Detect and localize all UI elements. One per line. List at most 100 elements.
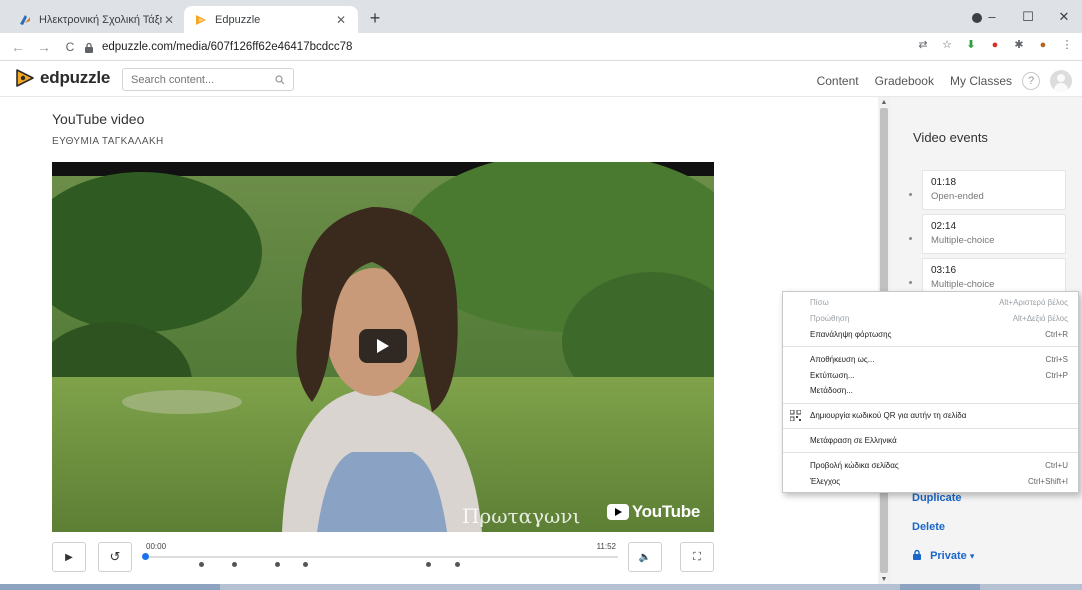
edpuzzle-logo[interactable]: edpuzzle	[14, 67, 110, 89]
menu-divider	[783, 346, 1078, 348]
ctx-label: Επανάληψη φόρτωσης	[810, 329, 892, 339]
nav-content[interactable]: Content	[817, 74, 859, 88]
ctx-label: Προώθηση	[810, 314, 850, 324]
rewind-button[interactable]: ↺	[98, 542, 132, 572]
fullscreen-button[interactable]: ⛶	[680, 542, 714, 572]
ctx-shortcut: Ctrl+P	[1045, 370, 1068, 380]
ctx-translate[interactable]: Μετάφραση σε Ελληνικά	[783, 433, 1078, 449]
ctx-inspect[interactable]: Έλεγχος Ctrl+Shift+I	[783, 473, 1078, 489]
play-icon	[377, 339, 389, 353]
question-marker[interactable]	[426, 562, 432, 567]
event-card[interactable]: 01:18 Open-ended	[922, 170, 1066, 210]
puzzle-icon[interactable]: ✱	[1012, 38, 1026, 52]
question-marker[interactable]	[198, 562, 204, 567]
tab-close-icon[interactable]: ✕	[162, 13, 176, 27]
minimize-button[interactable]: –	[974, 9, 1010, 24]
url-text: edpuzzle.com/media/607f126ff62e46417bcdc…	[102, 41, 353, 53]
forward-button[interactable]: →	[34, 39, 54, 55]
back-button[interactable]: ←	[8, 39, 28, 55]
search-box[interactable]	[122, 68, 294, 91]
extension-icons: ⇄ ☆ ⬇ ● ✱ ● ⋮	[916, 38, 1074, 52]
video-player[interactable]: Πρωταγωνι YouTube	[52, 162, 714, 532]
current-time: 00:00	[146, 542, 167, 551]
tab-title: Edpuzzle	[215, 13, 261, 26]
question-marker[interactable]	[232, 562, 238, 567]
event-time: 03:16	[931, 265, 957, 276]
edpuzzle-logo-icon	[16, 69, 34, 87]
qr-code-icon	[790, 409, 801, 421]
fullscreen-icon: ⛶	[693, 550, 701, 563]
ctx-reload[interactable]: Επανάληψη φόρτωσης Ctrl+R	[783, 327, 1078, 343]
event-card[interactable]: 02:14 Multiple-choice	[922, 214, 1066, 254]
video-title: YouTube video	[52, 111, 145, 127]
maximize-button[interactable]: ☐	[1010, 9, 1046, 25]
reload-button[interactable]: C	[60, 40, 80, 54]
event-type: Open-ended	[931, 191, 984, 202]
tab-edpuzzle[interactable]: Edpuzzle ✕	[184, 6, 358, 33]
ctx-print[interactable]: Εκτύπωση... Ctrl+P	[783, 367, 1078, 383]
user-avatar[interactable]	[1050, 70, 1072, 92]
event-dot	[909, 193, 912, 196]
ctx-label: Μετάδοση...	[810, 386, 853, 396]
ctx-shortcut: Alt+Αριστερό βέλος	[999, 298, 1068, 308]
privacy-dropdown[interactable]: Private ▾	[912, 549, 974, 562]
ctx-qr-code[interactable]: Δημιουργία κωδικού QR για αυτήν τη σελίδ…	[783, 408, 1078, 424]
star-icon[interactable]: ☆	[940, 38, 954, 52]
scroll-down-icon[interactable]: ▼	[878, 576, 890, 583]
ctx-label: Πίσω	[810, 298, 829, 308]
tab-close-icon[interactable]: ✕	[334, 13, 348, 27]
browser-toolbar: ← → C edpuzzle.com/media/607f126ff62e464…	[0, 33, 1082, 61]
taskbar-strip	[0, 584, 1082, 590]
close-window-button[interactable]: ✕	[1046, 9, 1082, 25]
play-icon: ▶	[65, 551, 73, 563]
event-type: Multiple-choice	[931, 279, 995, 290]
ctx-save-as[interactable]: Αποθήκευση ως... Ctrl+S	[783, 351, 1078, 367]
volume-button[interactable]: 🔈	[628, 542, 662, 572]
timeline-track[interactable]	[144, 556, 618, 558]
profile-avatar-icon[interactable]: ●	[1036, 38, 1050, 52]
menu-dots-icon[interactable]: ⋮	[1060, 38, 1074, 52]
privacy-label: Private	[930, 550, 967, 562]
question-marker[interactable]	[454, 562, 460, 567]
event-time: 02:14	[931, 221, 957, 232]
play-overlay-button[interactable]	[359, 329, 407, 363]
rewind-icon: ↺	[109, 549, 121, 564]
tab-eclass[interactable]: Ηλεκτρονική Σχολική Τάξη (η-Τάξ ✕	[8, 6, 186, 33]
extension-badge-icon[interactable]: ●	[988, 38, 1002, 52]
youtube-watermark[interactable]: YouTube	[606, 502, 700, 522]
menu-divider	[783, 402, 1078, 404]
scroll-up-icon[interactable]: ▲	[878, 99, 890, 106]
ctx-back[interactable]: Πίσω Alt+Αριστερό βέλος	[783, 295, 1078, 311]
ctx-forward[interactable]: Προώθηση Alt+Δεξιό βέλος	[783, 311, 1078, 327]
menu-divider	[783, 452, 1078, 454]
help-icon[interactable]: ?	[1022, 72, 1040, 90]
delete-button[interactable]: Delete	[912, 521, 945, 533]
question-marker[interactable]	[274, 562, 280, 567]
ctx-label: Δημιουργία κωδικού QR για αυτήν τη σελίδ…	[810, 411, 967, 421]
address-bar[interactable]: edpuzzle.com/media/607f126ff62e46417bcdc…	[84, 37, 904, 57]
ctx-shortcut: Ctrl+S	[1045, 354, 1068, 364]
nav-gradebook[interactable]: Gradebook	[875, 74, 934, 88]
duplicate-button[interactable]: Duplicate	[912, 492, 962, 504]
download-arrow-icon[interactable]: ⬇	[964, 38, 978, 52]
translate-icon[interactable]: ⇄	[916, 38, 930, 52]
ctx-shortcut: Alt+Δεξιό βέλος	[1012, 314, 1068, 324]
event-type: Multiple-choice	[931, 235, 995, 246]
ctx-label: Αποθήκευση ως...	[810, 354, 875, 364]
timeline-scrubber[interactable]	[142, 553, 149, 560]
ctx-view-source[interactable]: Προβολή κώδικα σελίδας Ctrl+U	[783, 457, 1078, 473]
question-marker[interactable]	[303, 562, 309, 567]
ctx-cast[interactable]: Μετάδοση...	[783, 383, 1078, 399]
logo-text: edpuzzle	[40, 68, 111, 87]
window-controls: – ☐ ✕	[974, 0, 1082, 33]
new-tab-button[interactable]: +	[364, 7, 386, 29]
nav-my-classes[interactable]: My Classes	[950, 74, 1012, 88]
event-dot	[909, 237, 912, 240]
youtube-label: YouTube	[631, 502, 700, 521]
play-button[interactable]: ▶	[52, 542, 86, 572]
chevron-down-icon: ▾	[969, 551, 975, 561]
video-timeline[interactable]: 00:00 11:52	[140, 540, 620, 580]
search-input[interactable]	[131, 73, 261, 86]
ctx-shortcut: Ctrl+U	[1045, 460, 1068, 470]
lock-icon	[85, 42, 93, 53]
